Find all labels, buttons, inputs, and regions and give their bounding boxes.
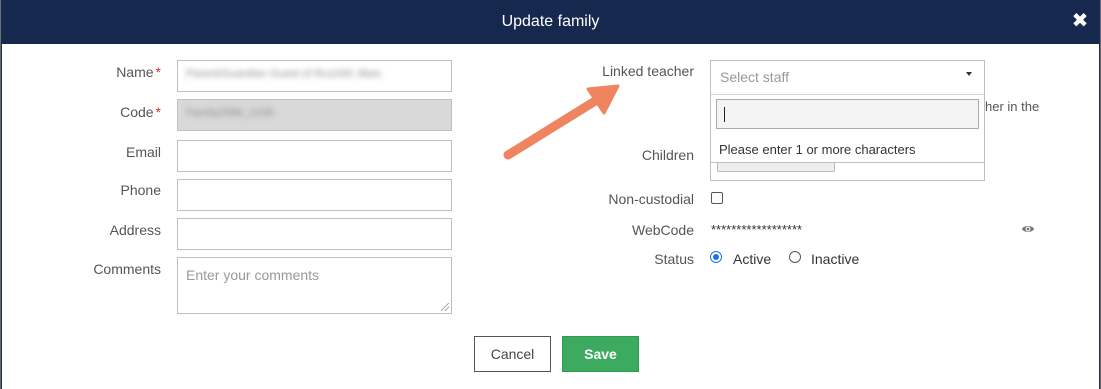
address-label: Address <box>109 222 161 238</box>
close-icon[interactable]: ✖ <box>1071 11 1089 31</box>
required-mark: * <box>155 104 161 120</box>
status-active-label[interactable]: Active <box>733 251 771 267</box>
update-family-dialog: Update family ✖ Name * Parent/Guardian Gu… <box>1 0 1100 389</box>
address-field[interactable] <box>177 218 452 250</box>
status-active-radio[interactable] <box>710 251 722 263</box>
annotation-arrow-icon <box>503 84 620 160</box>
phone-field[interactable] <box>177 179 452 211</box>
partially-hidden-hint: her in the <box>985 99 1040 114</box>
children-field[interactable] <box>710 159 985 181</box>
save-button[interactable]: Save <box>562 336 639 372</box>
cancel-button[interactable]: Cancel <box>474 336 551 372</box>
code-value: Family2986_2198 <box>186 107 274 119</box>
webcode-label: WebCode <box>631 222 694 238</box>
email-field[interactable] <box>177 140 452 172</box>
comments-textarea[interactable]: Enter your comments <box>177 257 452 314</box>
name-input[interactable]: Parent/Guardian Guest of Ru1000 Jikes <box>177 60 452 92</box>
non-custodial-label: Non-custodial <box>608 191 694 207</box>
eye-icon[interactable] <box>1021 222 1035 236</box>
webcode-value: ****************** <box>711 222 803 237</box>
comments-label: Comments <box>93 261 161 277</box>
dropdown-message: Please enter 1 or more characters <box>719 142 916 157</box>
status-label: Status <box>654 251 694 267</box>
linked-teacher-select[interactable]: Select staff <box>710 60 985 94</box>
code-input: Family2986_2198 <box>177 99 452 131</box>
status-inactive-label[interactable]: Inactive <box>811 251 859 267</box>
required-mark: * <box>155 64 161 80</box>
dialog-header: Update family ✖ <box>2 0 1099 44</box>
code-label: Code * <box>21 104 161 120</box>
caret-down-icon <box>966 72 972 76</box>
staff-dropdown: Please enter 1 or more characters <box>710 94 985 163</box>
code-label-text: Code <box>120 104 154 120</box>
text-cursor <box>724 107 725 122</box>
status-inactive-radio[interactable] <box>789 251 801 263</box>
resize-grip-icon[interactable] <box>441 303 449 311</box>
dialog-title: Update family <box>501 13 600 30</box>
non-custodial-checkbox[interactable] <box>711 192 723 204</box>
email-label: Email <box>125 144 161 160</box>
linked-teacher-label: Linked teacher <box>602 63 694 79</box>
comments-placeholder: Enter your comments <box>186 267 320 283</box>
select-placeholder: Select staff <box>720 69 790 85</box>
name-value: Parent/Guardian Guest of Ru1000 Jikes <box>186 68 382 80</box>
phone-label: Phone <box>120 182 161 198</box>
name-label-text: Name <box>116 64 154 80</box>
staff-search-input[interactable] <box>716 99 979 129</box>
name-label: Name * <box>21 64 161 80</box>
